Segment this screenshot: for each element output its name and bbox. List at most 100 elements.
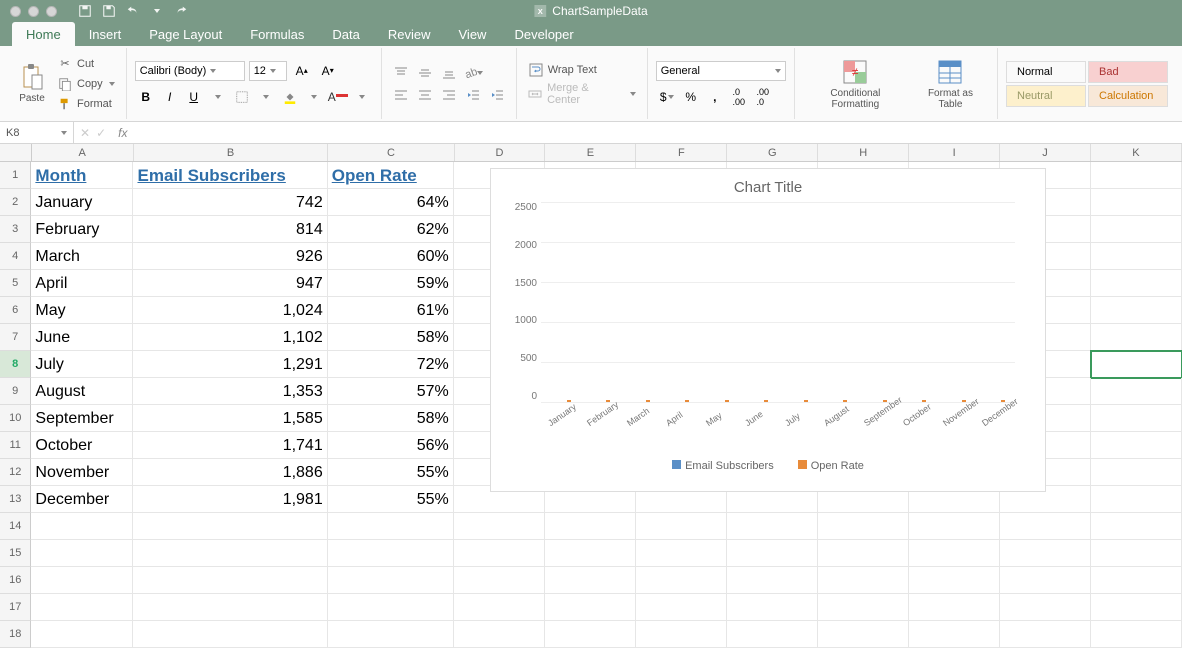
cell-C16[interactable]	[328, 567, 454, 594]
cell-C11[interactable]: 56%	[328, 432, 454, 459]
cell-C10[interactable]: 58%	[328, 405, 454, 432]
wrap-text-button[interactable]: Wrap Text	[525, 61, 639, 79]
tab-page-layout[interactable]: Page Layout	[135, 22, 236, 46]
cell-K5[interactable]	[1091, 270, 1182, 297]
tab-insert[interactable]: Insert	[75, 22, 136, 46]
cell-K16[interactable]	[1091, 567, 1182, 594]
comma-button[interactable]: ,	[704, 87, 726, 107]
cell-K10[interactable]	[1091, 405, 1182, 432]
style-normal[interactable]: Normal	[1006, 61, 1086, 83]
tab-review[interactable]: Review	[374, 22, 445, 46]
cell-K17[interactable]	[1091, 594, 1182, 621]
font-color-more-button[interactable]	[351, 87, 373, 107]
cell-G17[interactable]	[727, 594, 818, 621]
align-left-button[interactable]	[390, 85, 412, 105]
cell-I16[interactable]	[909, 567, 1000, 594]
style-neutral[interactable]: Neutral	[1006, 85, 1086, 107]
cell-K8[interactable]	[1091, 351, 1182, 378]
cell-E14[interactable]	[545, 513, 636, 540]
col-header-A[interactable]: A	[32, 144, 134, 161]
percent-button[interactable]: %	[680, 87, 702, 107]
cell-C7[interactable]: 58%	[328, 324, 454, 351]
cell-B6[interactable]: 1,024	[133, 297, 327, 324]
cell-B9[interactable]: 1,353	[133, 378, 327, 405]
zoom-window[interactable]	[46, 6, 57, 17]
row-header[interactable]: 9	[0, 378, 31, 405]
cell-C1[interactable]: Open Rate	[328, 162, 454, 189]
col-header-F[interactable]: F	[636, 144, 727, 161]
cell-C8[interactable]: 72%	[328, 351, 454, 378]
cell-B3[interactable]: 814	[133, 216, 327, 243]
cell-A7[interactable]: June	[31, 324, 133, 351]
decrease-decimal-button[interactable]: .00.0	[752, 87, 774, 107]
increase-decimal-button[interactable]: .0.00	[728, 87, 750, 107]
bold-button[interactable]: B	[135, 87, 157, 107]
cell-H16[interactable]	[818, 567, 909, 594]
cell-B10[interactable]: 1,585	[133, 405, 327, 432]
cell-F16[interactable]	[636, 567, 727, 594]
row-header[interactable]: 5	[0, 270, 31, 297]
cell-K9[interactable]	[1091, 378, 1182, 405]
cell-K1[interactable]	[1091, 162, 1182, 189]
fill-color-more-button[interactable]	[303, 87, 325, 107]
align-middle-button[interactable]	[414, 63, 436, 83]
cut-button[interactable]: ✂Cut	[54, 55, 118, 73]
cell-K4[interactable]	[1091, 243, 1182, 270]
cell-J15[interactable]	[1000, 540, 1091, 567]
decrease-indent-button[interactable]	[462, 85, 484, 105]
cell-I17[interactable]	[909, 594, 1000, 621]
cell-H14[interactable]	[818, 513, 909, 540]
cell-K2[interactable]	[1091, 189, 1182, 216]
tab-developer[interactable]: Developer	[500, 22, 587, 46]
col-header-J[interactable]: J	[1000, 144, 1091, 161]
cell-H17[interactable]	[818, 594, 909, 621]
cell-B13[interactable]: 1,981	[133, 486, 327, 513]
row-header[interactable]: 3	[0, 216, 31, 243]
col-header-I[interactable]: I	[909, 144, 1000, 161]
style-bad[interactable]: Bad	[1088, 61, 1168, 83]
align-right-button[interactable]	[438, 85, 460, 105]
tab-home[interactable]: Home	[12, 22, 75, 46]
row-header[interactable]: 15	[0, 540, 31, 567]
cell-J14[interactable]	[1000, 513, 1091, 540]
fill-color-button[interactable]	[279, 87, 301, 107]
font-color-button[interactable]: A	[327, 87, 349, 107]
col-header-H[interactable]: H	[818, 144, 909, 161]
cell-C17[interactable]	[328, 594, 454, 621]
style-calculation[interactable]: Calculation	[1088, 85, 1168, 107]
cell-A9[interactable]: August	[31, 378, 133, 405]
cell-B12[interactable]: 1,886	[133, 459, 327, 486]
cell-B18[interactable]	[133, 621, 327, 648]
cell-A10[interactable]: September	[31, 405, 133, 432]
cell-K7[interactable]	[1091, 324, 1182, 351]
cell-C6[interactable]: 61%	[328, 297, 454, 324]
cell-A4[interactable]: March	[31, 243, 133, 270]
row-header[interactable]: 11	[0, 432, 31, 459]
row-header[interactable]: 12	[0, 459, 31, 486]
align-center-button[interactable]	[414, 85, 436, 105]
cell-I14[interactable]	[909, 513, 1000, 540]
number-format-dropdown[interactable]: General	[656, 61, 786, 81]
formula-input[interactable]	[133, 122, 1182, 143]
col-header-D[interactable]: D	[455, 144, 546, 161]
cell-A14[interactable]	[31, 513, 133, 540]
cell-A8[interactable]: July	[31, 351, 133, 378]
cell-G14[interactable]	[727, 513, 818, 540]
cell-C13[interactable]: 55%	[328, 486, 454, 513]
cell-E16[interactable]	[545, 567, 636, 594]
col-header-G[interactable]: G	[727, 144, 818, 161]
row-header[interactable]: 18	[0, 621, 31, 648]
col-header-B[interactable]: B	[134, 144, 329, 161]
cell-K3[interactable]	[1091, 216, 1182, 243]
cell-G15[interactable]	[727, 540, 818, 567]
cell-B1[interactable]: Email Subscribers	[133, 162, 327, 189]
cell-C3[interactable]: 62%	[328, 216, 454, 243]
cell-B8[interactable]: 1,291	[133, 351, 327, 378]
borders-button[interactable]	[231, 87, 253, 107]
cell-B17[interactable]	[133, 594, 327, 621]
conditional-formatting-button[interactable]: ≠ Conditional Formatting	[803, 56, 908, 112]
cancel-formula-icon[interactable]: ✕	[80, 126, 90, 140]
cell-E17[interactable]	[545, 594, 636, 621]
cell-B7[interactable]: 1,102	[133, 324, 327, 351]
cell-C2[interactable]: 64%	[328, 189, 454, 216]
